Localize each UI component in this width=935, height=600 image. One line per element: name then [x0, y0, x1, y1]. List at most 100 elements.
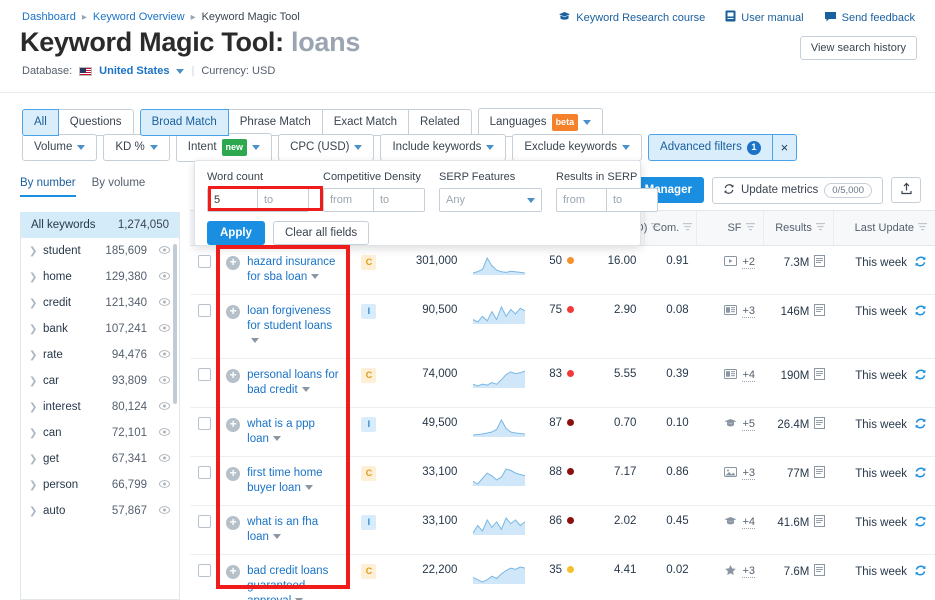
keyword-menu-caret-icon[interactable]	[251, 338, 260, 344]
serp-features-select[interactable]: Any	[439, 188, 542, 212]
send-feedback-link[interactable]: Send feedback	[824, 11, 915, 25]
chevron-right-icon[interactable]: ❯	[29, 376, 37, 387]
intent-badge[interactable]: I	[361, 304, 377, 319]
sidebar-item-all-keywords[interactable]: All keywords 1,274,050	[21, 212, 179, 238]
add-keyword-icon[interactable]: +	[226, 565, 241, 579]
sf-count[interactable]: +4	[742, 516, 755, 529]
sidebar-item[interactable]: ❯ auto 57,867	[21, 498, 179, 524]
word-count-to-input[interactable]	[258, 188, 309, 212]
keyword-link[interactable]: what is an fha loan	[247, 515, 339, 545]
tab-exact-match[interactable]: Exact Match	[321, 109, 409, 136]
row-checkbox[interactable]	[198, 304, 211, 317]
keyword-link[interactable]: loan forgiveness for student loans	[247, 304, 339, 349]
add-keyword-icon[interactable]: +	[226, 516, 241, 530]
eye-icon[interactable]	[159, 297, 170, 309]
eye-icon[interactable]	[159, 271, 170, 283]
sidebar-item[interactable]: ❯ student 185,609	[21, 238, 179, 264]
sidebar-scrollbar[interactable]	[173, 244, 177, 404]
apply-button[interactable]: Apply	[207, 221, 265, 245]
filter-include-keywords[interactable]: Include keywords	[380, 134, 507, 161]
chevron-down-icon[interactable]	[176, 68, 185, 74]
breadcrumb-item-dashboard[interactable]: Dashboard	[22, 11, 76, 23]
sf-count[interactable]: +3	[742, 305, 755, 318]
filter-exclude-keywords[interactable]: Exclude keywords	[512, 134, 643, 161]
sf-count[interactable]: +2	[742, 256, 755, 269]
row-checkbox[interactable]	[198, 417, 211, 430]
tab-phrase-match[interactable]: Phrase Match	[227, 109, 323, 136]
sidebar-item[interactable]: ❯ person 66,799	[21, 472, 179, 498]
eye-icon[interactable]	[159, 401, 170, 413]
refresh-row-icon[interactable]	[914, 564, 927, 580]
refresh-row-icon[interactable]	[914, 304, 927, 320]
filter-intent[interactable]: Intent new	[175, 133, 273, 162]
intent-badge[interactable]: C	[361, 564, 377, 579]
filter-kd[interactable]: KD %	[103, 134, 170, 161]
sidebar-tab-by-number[interactable]: By number	[20, 177, 76, 197]
row-checkbox[interactable]	[198, 515, 211, 528]
row-checkbox[interactable]	[198, 466, 211, 479]
filter-volume[interactable]: Volume	[22, 134, 98, 161]
add-keyword-icon[interactable]: +	[226, 467, 241, 481]
sort-icon[interactable]	[745, 222, 755, 234]
close-icon[interactable]: ×	[772, 134, 797, 161]
user-manual-link[interactable]: User manual	[725, 10, 804, 25]
add-keyword-icon[interactable]: +	[226, 369, 241, 383]
keyword-research-course-link[interactable]: Keyword Research course	[558, 11, 705, 25]
tab-questions[interactable]: Questions	[57, 109, 134, 136]
sidebar-item[interactable]: ❯ bank 107,241	[21, 316, 179, 342]
refresh-row-icon[interactable]	[914, 515, 927, 531]
chevron-right-icon[interactable]: ❯	[29, 480, 37, 491]
add-keyword-icon[interactable]: +	[226, 418, 241, 432]
update-metrics-button[interactable]: Update metrics 0/5,000	[711, 176, 883, 204]
chevron-right-icon[interactable]: ❯	[29, 402, 37, 413]
sf-count[interactable]: +3	[742, 565, 755, 578]
sort-icon[interactable]	[651, 222, 661, 234]
sort-icon[interactable]	[683, 222, 693, 234]
sort-icon[interactable]	[918, 222, 927, 234]
column-header-sf[interactable]: SF	[696, 210, 763, 246]
refresh-row-icon[interactable]	[914, 255, 927, 271]
competitive-density-to-input[interactable]	[374, 188, 425, 212]
intent-badge[interactable]: I	[361, 417, 377, 432]
sf-count[interactable]: +3	[742, 467, 755, 480]
row-checkbox[interactable]	[198, 564, 211, 577]
eye-icon[interactable]	[159, 505, 170, 517]
row-checkbox[interactable]	[198, 255, 211, 268]
keyword-menu-caret-icon[interactable]	[272, 534, 281, 540]
sidebar-item[interactable]: ❯ rate 94,476	[21, 342, 179, 368]
keyword-menu-caret-icon[interactable]	[301, 387, 310, 393]
results-in-serp-to-input[interactable]	[607, 188, 658, 212]
keyword-menu-caret-icon[interactable]	[272, 436, 281, 442]
keyword-link[interactable]: bad credit loans guaranteed approval	[247, 564, 339, 600]
word-count-from-input[interactable]	[207, 188, 258, 212]
keyword-link[interactable]: personal loans for bad credit	[247, 368, 339, 398]
intent-badge[interactable]: I	[361, 515, 377, 530]
chevron-right-icon[interactable]: ❯	[29, 272, 37, 283]
tab-all[interactable]: All	[22, 109, 59, 136]
keyword-link[interactable]: first time home buyer loan	[247, 466, 339, 496]
sidebar-item[interactable]: ❯ home 129,380	[21, 264, 179, 290]
results-in-serp-from-input[interactable]	[556, 188, 607, 212]
refresh-row-icon[interactable]	[914, 466, 927, 482]
eye-icon[interactable]	[159, 479, 170, 491]
chevron-right-icon[interactable]: ❯	[29, 428, 37, 439]
chevron-right-icon[interactable]: ❯	[29, 454, 37, 465]
chevron-right-icon[interactable]: ❯	[29, 298, 37, 309]
tab-broad-match[interactable]: Broad Match	[139, 109, 229, 136]
intent-badge[interactable]: C	[361, 466, 377, 481]
sf-count[interactable]: +5	[742, 418, 755, 431]
eye-icon[interactable]	[159, 453, 170, 465]
view-search-history-button[interactable]: View search history	[799, 36, 917, 60]
sidebar-item[interactable]: ❯ interest 80,124	[21, 394, 179, 420]
eye-icon[interactable]	[159, 375, 170, 387]
competitive-density-from-input[interactable]	[323, 188, 374, 212]
eye-icon[interactable]	[159, 349, 170, 361]
chevron-right-icon[interactable]: ❯	[29, 350, 37, 361]
chevron-right-icon[interactable]: ❯	[29, 324, 37, 335]
sidebar-item[interactable]: ❯ credit 121,340	[21, 290, 179, 316]
keyword-link[interactable]: hazard insurance for sba loan	[247, 255, 339, 285]
sort-icon[interactable]	[815, 222, 825, 234]
breadcrumb-item-keyword-magic-tool[interactable]: Keyword Magic Tool	[202, 11, 300, 23]
database-selector[interactable]: United States	[99, 65, 169, 77]
keyword-link[interactable]: what is a ppp loan	[247, 417, 339, 447]
